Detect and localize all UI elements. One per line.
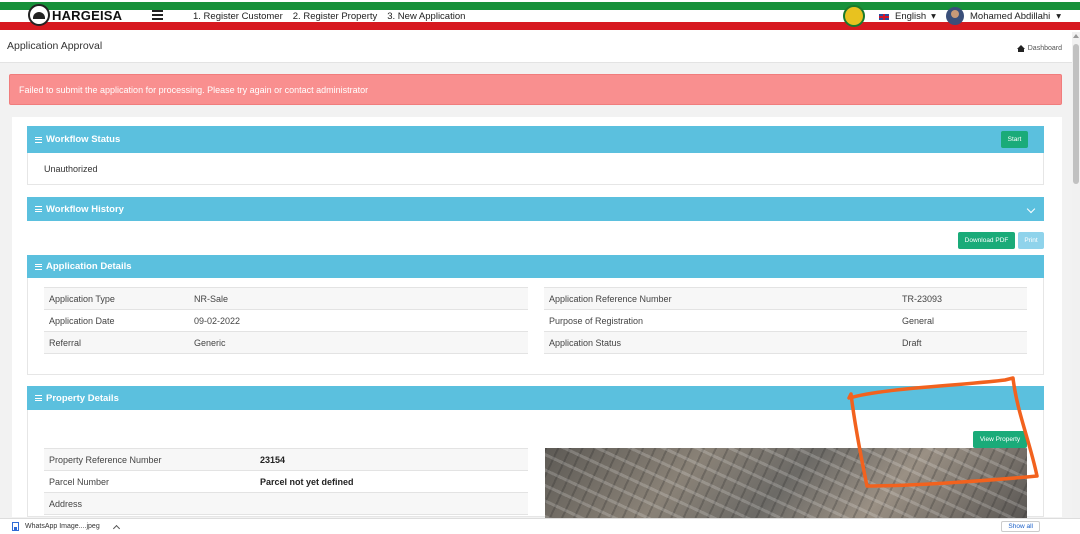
table-row: Referral Generic bbox=[44, 331, 528, 354]
language-selector[interactable]: English ▾ bbox=[878, 11, 936, 22]
table-row: Application Type NR-Sale bbox=[44, 287, 528, 310]
application-details-right-table: Application Reference Number TR-23093 Pu… bbox=[544, 287, 1027, 354]
chevron-down-icon[interactable] bbox=[1026, 204, 1036, 214]
row-value: Parcel not yet defined bbox=[255, 470, 528, 493]
chevron-up-icon[interactable] bbox=[112, 524, 120, 532]
top-navbar: HARGEISA 1. Register Customer 2. Registe… bbox=[0, 0, 1080, 32]
image-file-icon bbox=[12, 522, 19, 531]
uk-flag-icon bbox=[878, 12, 890, 21]
table-row: Property Reference Number 23154 bbox=[44, 448, 528, 471]
application-details-left-table: Application Type NR-Sale Application Dat… bbox=[44, 287, 528, 354]
download-pdf-button[interactable]: Download PDF bbox=[958, 232, 1015, 249]
user-name: Mohamed Abdillahi bbox=[970, 10, 1051, 22]
page-header: Application Approval Dashboard bbox=[0, 32, 1072, 63]
row-label: Application Reference Number bbox=[544, 287, 897, 310]
workflow-status-value: Unauthorized bbox=[44, 164, 98, 174]
workflow-status-title: Workflow Status bbox=[46, 134, 121, 145]
flag-stripe-red bbox=[0, 22, 1080, 30]
table-row: Parcel Number Parcel not yet defined bbox=[44, 470, 528, 493]
avatar bbox=[946, 7, 964, 25]
user-menu[interactable]: Mohamed Abdillahi ▾ bbox=[946, 7, 1061, 25]
breadcrumb[interactable]: Dashboard bbox=[1016, 45, 1062, 52]
table-row: Application Reference Number TR-23093 bbox=[544, 287, 1027, 310]
property-satellite-map[interactable] bbox=[545, 448, 1027, 518]
workflow-history-title: Workflow History bbox=[46, 203, 124, 215]
table-row: Application Status Draft bbox=[544, 331, 1027, 354]
row-label: Property Reference Number bbox=[44, 448, 255, 471]
row-label: Application Type bbox=[44, 287, 189, 310]
row-value: TR-23093 bbox=[897, 287, 1027, 310]
row-value bbox=[255, 492, 528, 515]
nav-register-customer[interactable]: 1. Register Customer bbox=[193, 11, 283, 22]
list-icon bbox=[35, 395, 42, 401]
workflow-status-header: Workflow Status bbox=[27, 126, 1044, 153]
row-label: Parcel Number bbox=[44, 470, 255, 493]
caret-down-icon: ▾ bbox=[1056, 10, 1062, 22]
language-label: English bbox=[895, 11, 927, 22]
workflow-status-body: Unauthorized bbox=[27, 153, 1044, 185]
top-nav-links: 1. Register Customer 2. Register Propert… bbox=[193, 11, 465, 22]
list-icon bbox=[35, 263, 42, 270]
workflow-history-header[interactable]: Workflow History bbox=[27, 197, 1044, 221]
row-label: Application Date bbox=[44, 309, 189, 332]
emblem-icon bbox=[843, 5, 865, 27]
row-label: Application Status bbox=[544, 331, 897, 354]
vertical-scrollbar[interactable] bbox=[1072, 32, 1080, 518]
table-row: Address bbox=[44, 492, 528, 515]
scroll-up-icon[interactable] bbox=[1073, 34, 1079, 38]
list-icon bbox=[35, 136, 42, 143]
property-details-table: Property Reference Number 23154 Parcel N… bbox=[44, 448, 528, 515]
logo[interactable]: HARGEISA bbox=[28, 4, 122, 26]
logo-icon bbox=[28, 4, 50, 26]
download-file-name: WhatsApp Image....jpeg bbox=[25, 523, 100, 530]
table-row: Purpose of Registration General bbox=[544, 309, 1027, 332]
logo-text: HARGEISA bbox=[52, 7, 123, 23]
caret-down-icon: ▾ bbox=[931, 11, 936, 22]
nav-register-property[interactable]: 2. Register Property bbox=[293, 11, 377, 22]
home-icon bbox=[1016, 45, 1025, 52]
property-details-title: Property Details bbox=[46, 392, 119, 404]
row-value: 09-02-2022 bbox=[189, 309, 528, 332]
scrollbar-thumb[interactable] bbox=[1073, 44, 1079, 184]
table-row: Application Date 09-02-2022 bbox=[44, 309, 528, 332]
error-alert: Failed to submit the application for pro… bbox=[9, 74, 1062, 105]
application-details-title: Application Details bbox=[46, 261, 132, 272]
row-value: NR-Sale bbox=[189, 287, 528, 310]
download-bar: WhatsApp Image....jpeg Show all bbox=[0, 518, 1080, 534]
row-value: Draft bbox=[897, 331, 1027, 354]
page-title: Application Approval bbox=[7, 40, 103, 52]
row-value: 23154 bbox=[255, 448, 528, 471]
print-button[interactable]: Print bbox=[1018, 232, 1044, 249]
download-item[interactable]: WhatsApp Image....jpeg bbox=[12, 522, 120, 532]
row-value: Generic bbox=[189, 331, 528, 354]
view-property-button[interactable]: View Property bbox=[973, 431, 1027, 448]
row-label: Purpose of Registration bbox=[544, 309, 897, 332]
application-details-header: Application Details bbox=[27, 255, 1044, 278]
breadcrumb-dashboard[interactable]: Dashboard bbox=[1028, 45, 1062, 52]
list-icon bbox=[35, 206, 42, 212]
start-button[interactable]: Start bbox=[1001, 131, 1028, 148]
row-label: Address bbox=[44, 492, 255, 515]
row-label: Referral bbox=[44, 331, 189, 354]
main-content: Workflow Status Start Unauthorized Workf… bbox=[12, 117, 1062, 518]
row-value: General bbox=[897, 309, 1027, 332]
flag-stripe-green bbox=[0, 2, 1080, 10]
show-all-button[interactable]: Show all bbox=[1001, 521, 1040, 532]
nav-new-application[interactable]: 3. New Application bbox=[387, 11, 465, 22]
property-details-header: Property Details bbox=[27, 386, 1044, 410]
menu-icon[interactable] bbox=[152, 10, 163, 20]
